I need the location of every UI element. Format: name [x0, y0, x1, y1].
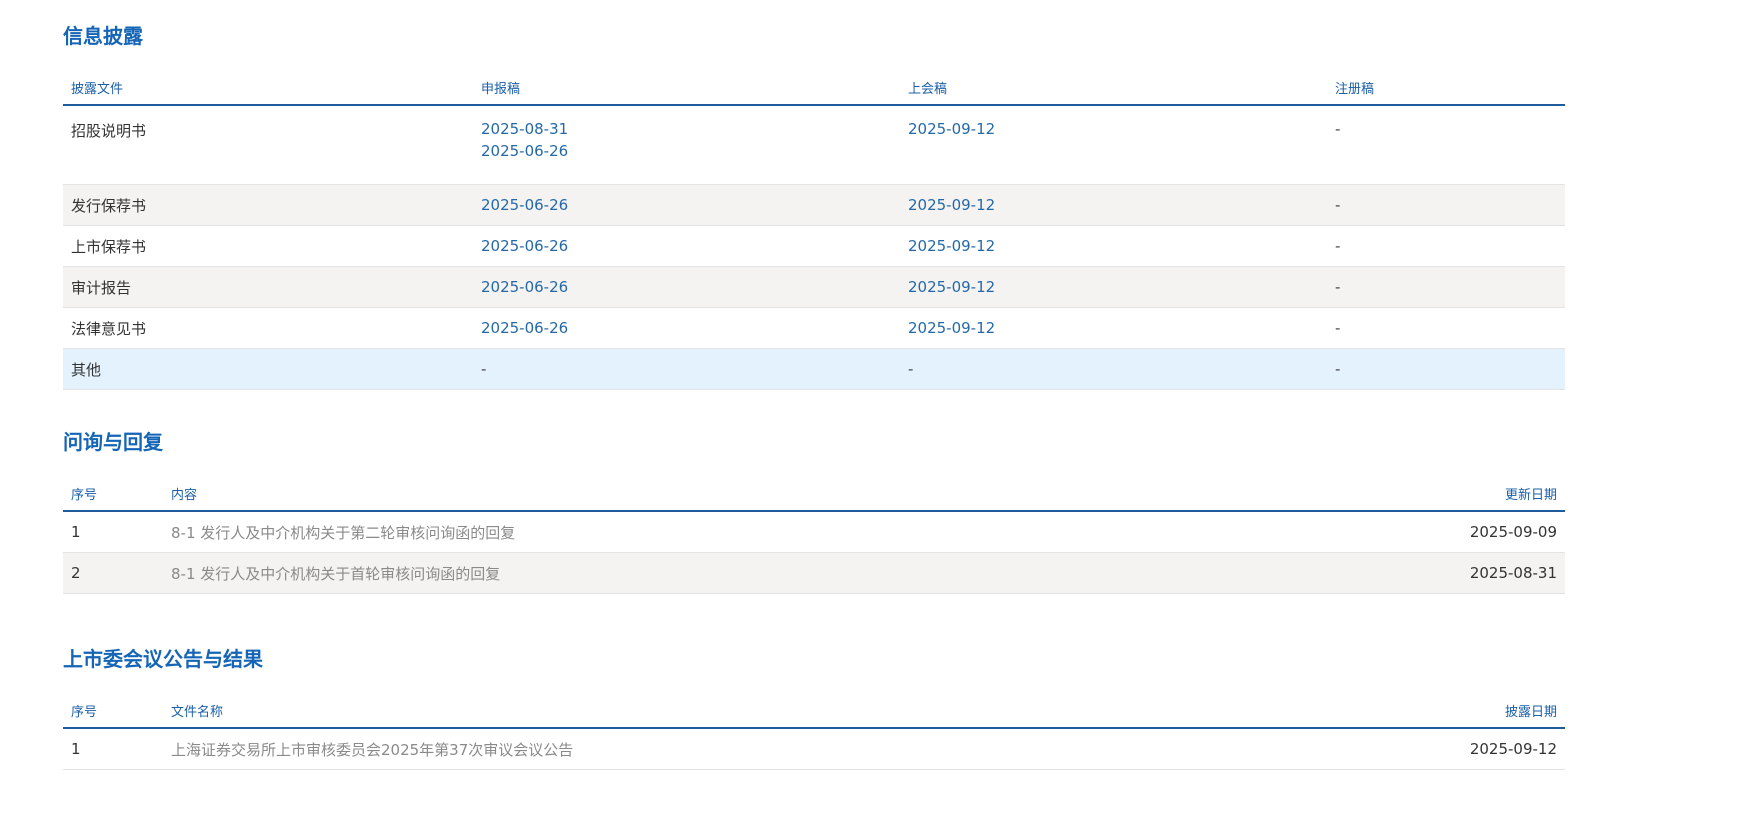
document-name: 发行保荐书 [63, 184, 473, 226]
disclosure-header-row: 披露文件 申报稿 上会稿 注册稿 [63, 70, 1565, 106]
disclosure-date: 2025-09-12 [1417, 728, 1565, 770]
table-row: 招股说明书 2025-08-31 2025-06-26 2025-09-12 - [63, 105, 1565, 185]
filing-date-link[interactable]: 2025-06-26 [473, 266, 900, 308]
table-row: 法律意见书 2025-06-26 2025-09-12 - [63, 307, 1565, 349]
table-row: 发行保荐书 2025-06-26 2025-09-12 - [63, 184, 1565, 226]
committee-table: 序号 文件名称 披露日期 1 上海证券交易所上市审核委员会2025年第37次审议… [63, 693, 1565, 770]
meeting-date-link[interactable]: 2025-09-12 [900, 105, 1327, 185]
registration-value: - [1327, 307, 1565, 349]
meeting-date-link[interactable]: 2025-09-12 [900, 266, 1327, 308]
meeting-value: - [900, 348, 1327, 390]
registration-value: - [1327, 184, 1565, 226]
inquiry-content-link[interactable]: 8-1 发行人及中介机构关于首轮审核问询函的回复 [163, 552, 1417, 594]
inquiry-content-link[interactable]: 8-1 发行人及中介机构关于第二轮审核问询函的回复 [163, 511, 1417, 553]
header-update-date: 更新日期 [1417, 476, 1565, 512]
meeting-date-link[interactable]: 2025-09-12 [900, 307, 1327, 349]
header-seq: 序号 [63, 476, 163, 512]
committee-header-row: 序号 文件名称 披露日期 [63, 693, 1565, 729]
header-registration-draft: 注册稿 [1327, 70, 1565, 106]
filing-value: - [473, 348, 900, 390]
filing-date-link[interactable]: 2025-06-26 [473, 307, 900, 349]
filing-date-link[interactable]: 2025-08-31 [481, 120, 568, 138]
table-row: 1 上海证券交易所上市审核委员会2025年第37次审议会议公告 2025-09-… [63, 728, 1565, 770]
update-date: 2025-08-31 [1417, 552, 1565, 594]
committee-file-link[interactable]: 上海证券交易所上市审核委员会2025年第37次审议会议公告 [163, 728, 1417, 770]
table-row: 上市保荐书 2025-06-26 2025-09-12 - [63, 225, 1565, 267]
header-meeting-draft: 上会稿 [900, 70, 1327, 106]
header-disclosure-date: 披露日期 [1417, 693, 1565, 729]
document-name: 其他 [63, 348, 473, 390]
document-name: 招股说明书 [63, 105, 473, 185]
inquiry-header-row: 序号 内容 更新日期 [63, 476, 1565, 512]
header-disclosure-file: 披露文件 [63, 70, 473, 106]
table-row: 1 8-1 发行人及中介机构关于第二轮审核问询函的回复 2025-09-09 [63, 511, 1565, 553]
row-seq: 2 [63, 552, 163, 594]
meeting-date-link[interactable]: 2025-09-12 [900, 184, 1327, 226]
page: 信息披露 披露文件 申报稿 上会稿 注册稿 招股说明书 2025-08-31 2… [0, 0, 1751, 818]
table-row: 其他 - - - [63, 348, 1565, 390]
header-filing-draft: 申报稿 [473, 70, 900, 106]
document-name: 审计报告 [63, 266, 473, 308]
table-row: 审计报告 2025-06-26 2025-09-12 - [63, 266, 1565, 308]
registration-value: - [1327, 105, 1565, 185]
filing-date-link[interactable]: 2025-06-26 [473, 184, 900, 226]
filing-date-link[interactable]: 2025-06-26 [473, 225, 900, 267]
filing-dates: 2025-08-31 2025-06-26 [473, 105, 900, 185]
header-file-name: 文件名称 [163, 693, 1417, 729]
registration-value: - [1327, 266, 1565, 308]
filing-date-link[interactable]: 2025-06-26 [481, 142, 892, 160]
header-content: 内容 [163, 476, 1417, 512]
row-seq: 1 [63, 728, 163, 770]
disclosure-table: 披露文件 申报稿 上会稿 注册稿 招股说明书 2025-08-31 2025-0… [63, 70, 1565, 390]
document-name: 法律意见书 [63, 307, 473, 349]
inquiry-title: 问询与回复 [63, 430, 163, 454]
meeting-date-link[interactable]: 2025-09-12 [900, 225, 1327, 267]
committee-title: 上市委会议公告与结果 [63, 647, 263, 671]
document-name: 上市保荐书 [63, 225, 473, 267]
table-row: 2 8-1 发行人及中介机构关于首轮审核问询函的回复 2025-08-31 [63, 552, 1565, 594]
row-seq: 1 [63, 511, 163, 553]
registration-value: - [1327, 348, 1565, 390]
header-seq: 序号 [63, 693, 163, 729]
disclosure-title: 信息披露 [63, 24, 143, 48]
update-date: 2025-09-09 [1417, 511, 1565, 553]
inquiry-table: 序号 内容 更新日期 1 8-1 发行人及中介机构关于第二轮审核问询函的回复 2… [63, 476, 1565, 594]
registration-value: - [1327, 225, 1565, 267]
